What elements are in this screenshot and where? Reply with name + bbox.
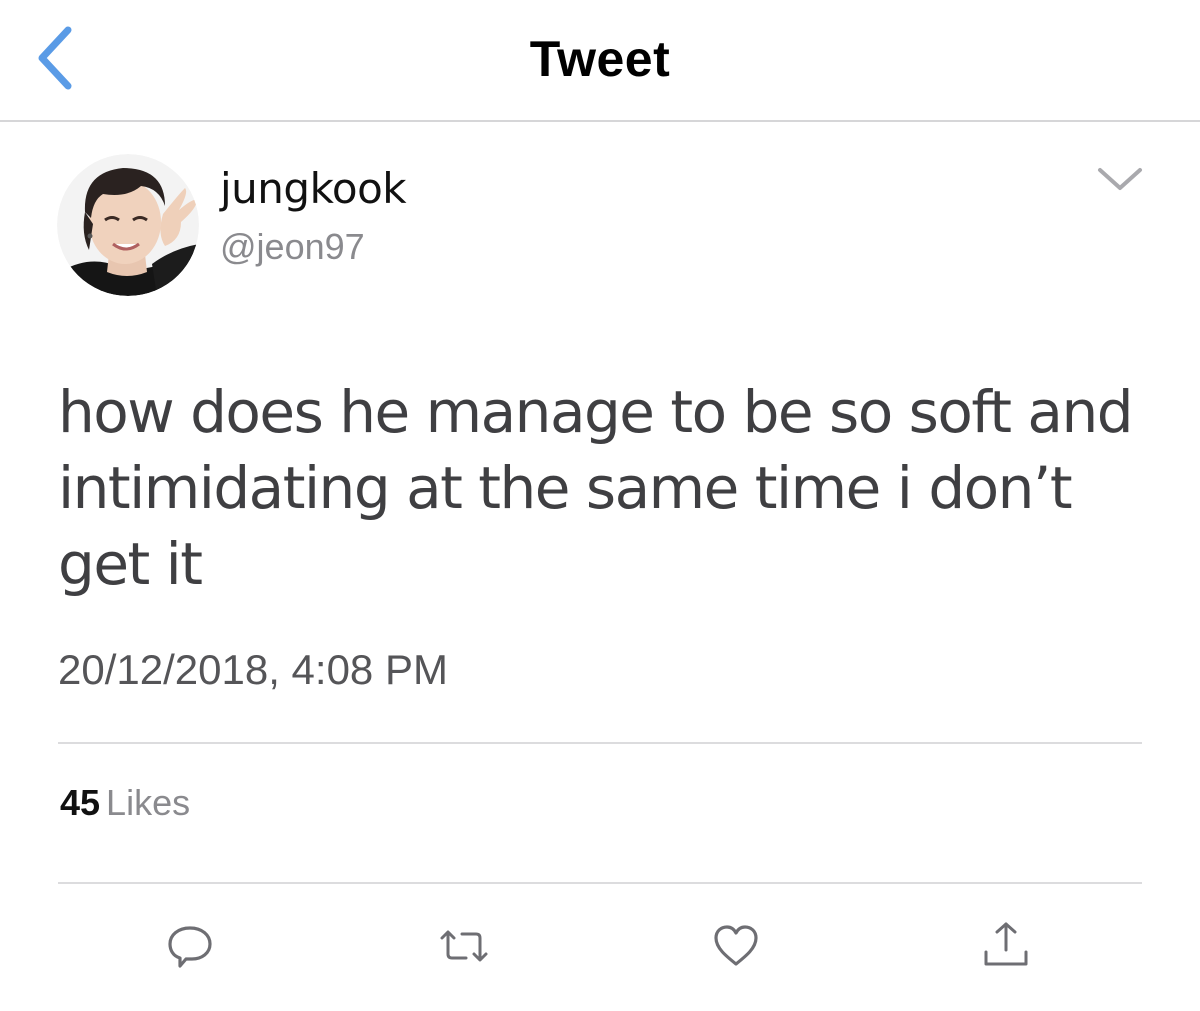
- share-icon: [984, 922, 1028, 966]
- likes-label: Likes: [106, 782, 191, 823]
- retweet-button[interactable]: [436, 918, 492, 974]
- like-button[interactable]: [708, 918, 764, 974]
- chevron-down-icon: [1098, 168, 1142, 190]
- heart-icon: [714, 925, 758, 966]
- navigation-bar: Tweet: [0, 0, 1200, 122]
- page-title: Tweet: [529, 31, 671, 87]
- reply-button[interactable]: [162, 918, 218, 974]
- reply-icon: [168, 926, 212, 968]
- more-options-button[interactable]: [1094, 162, 1146, 196]
- avatar[interactable]: [57, 154, 199, 296]
- likes-count: 45: [60, 782, 101, 823]
- tweet-detail-screen: Tweet jungkook @jeon97 how does he manag…: [0, 0, 1200, 1011]
- likes-stat[interactable]: 45 Likes: [60, 782, 190, 824]
- tweet-timestamp: 20/12/2018, 4:08 PM: [58, 646, 448, 693]
- tweet-text: how does he manage to be so soft and int…: [58, 378, 1134, 598]
- profile-photo: [57, 154, 199, 296]
- retweet-icon: [440, 930, 488, 962]
- divider: [58, 882, 1142, 884]
- display-name[interactable]: jungkook: [220, 164, 407, 213]
- divider: [58, 742, 1142, 744]
- share-button[interactable]: [978, 918, 1034, 974]
- user-handle[interactable]: @jeon97: [220, 226, 365, 268]
